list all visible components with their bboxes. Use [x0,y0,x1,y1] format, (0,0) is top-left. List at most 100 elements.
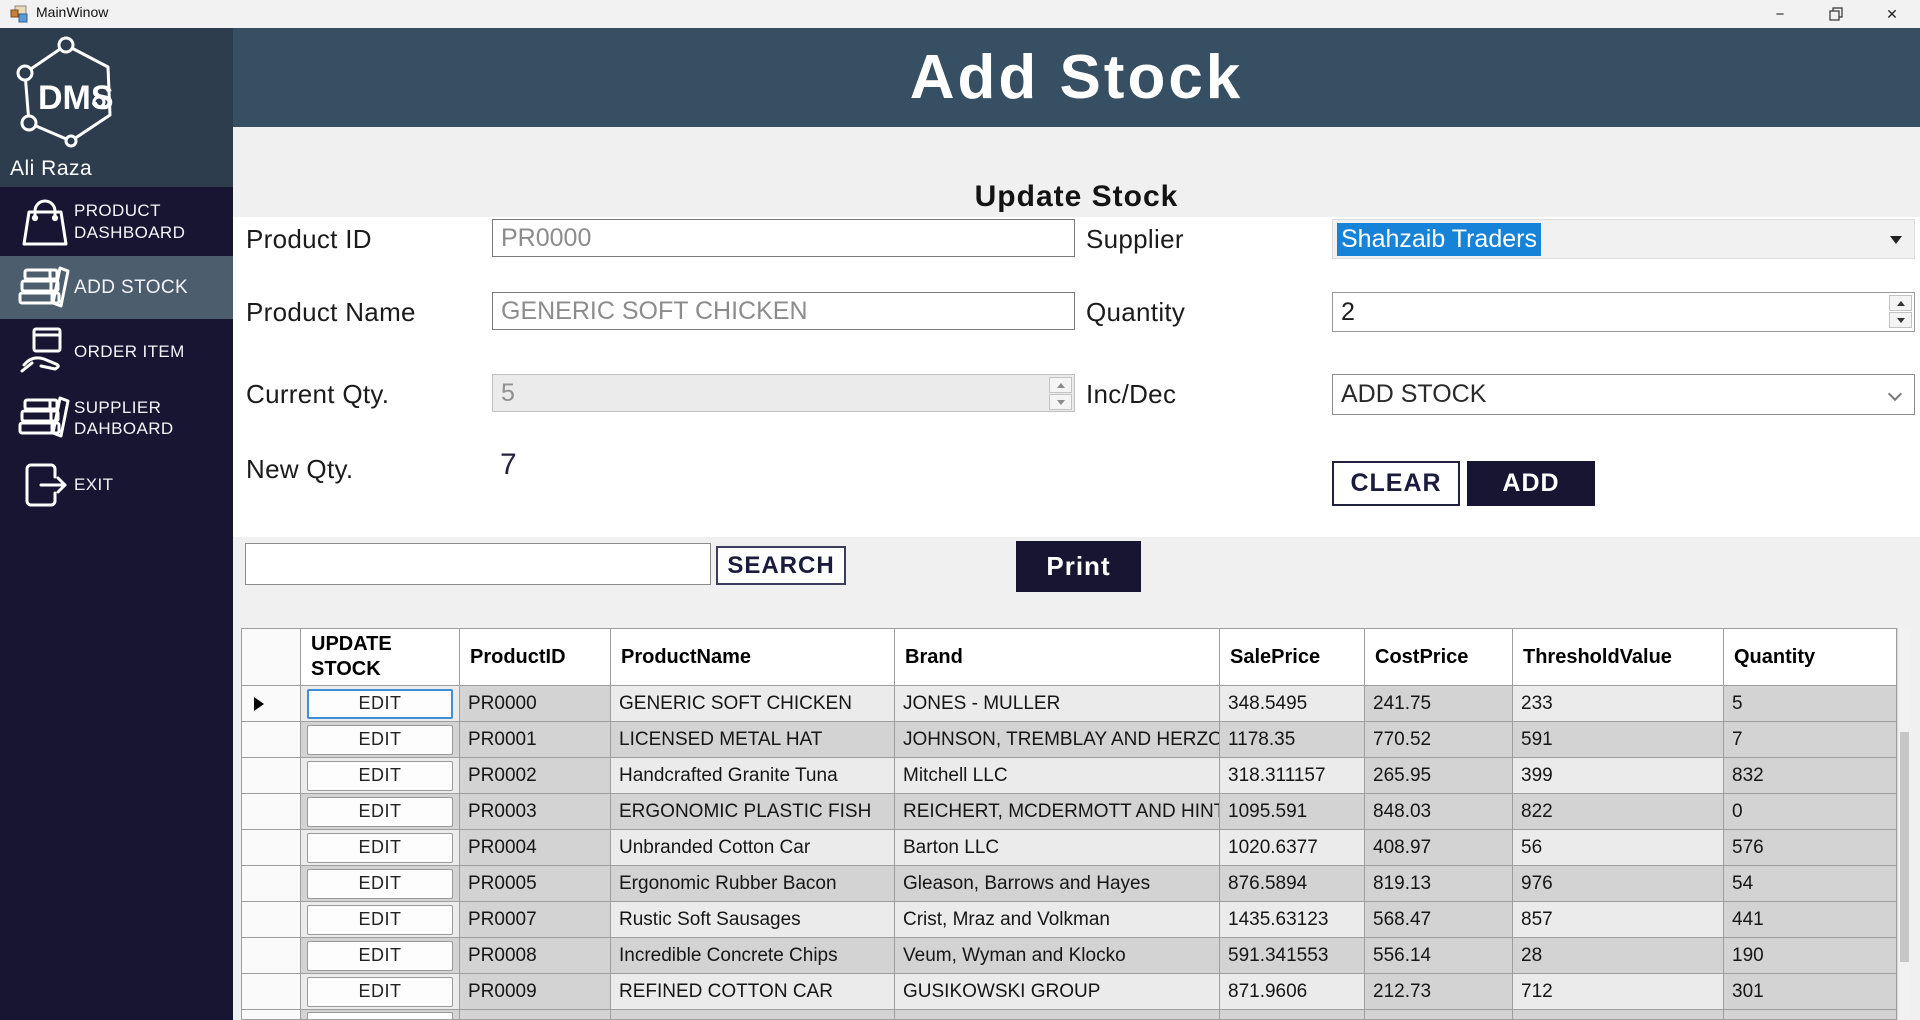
row-header-cell[interactable] [241,974,301,1010]
edit-button[interactable]: EDIT [307,941,452,971]
cell-threshold_value[interactable]: 28 [1513,938,1724,974]
row-header-cell[interactable] [241,902,301,938]
cell-quantity[interactable]: 576 [1724,830,1897,866]
column-header-brand[interactable]: Brand [895,628,1220,686]
cell-threshold_value[interactable]: 976 [1513,866,1724,902]
cell-threshold_value[interactable]: 857 [1513,902,1724,938]
cell-brand[interactable]: Barton LLC [895,830,1220,866]
search-input[interactable] [245,543,711,585]
row-header-cell[interactable] [241,794,301,830]
edit-button[interactable]: EDIT [307,869,452,899]
row-header-cell[interactable] [241,686,301,722]
cell-product_name[interactable]: ERGONOMIC PLASTIC FISH [611,794,895,830]
search-button[interactable]: SEARCH [716,546,846,585]
cell-sale_price[interactable]: 348.5495 [1220,686,1365,722]
edit-button[interactable]: EDIT [307,797,452,827]
cell-quantity[interactable]: 54 [1724,866,1897,902]
close-button[interactable]: ✕ [1864,0,1920,28]
row-header-cell[interactable] [241,722,301,758]
column-header-product_id[interactable]: ProductID [460,628,611,686]
sidebar-item-order-item[interactable]: ORDER ITEM [0,319,233,384]
sidebar-item-add-stock[interactable]: ADD STOCK [0,256,233,319]
cell-sale_price[interactable]: 1095.591 [1220,794,1365,830]
scrollbar-thumb[interactable] [1900,732,1909,962]
cell-product_id[interactable]: PR0005 [460,866,611,902]
cell-product_id[interactable]: PR0002 [460,758,611,794]
cell-sale_price[interactable]: 591.341553 [1220,938,1365,974]
cell-quantity[interactable]: 832 [1724,758,1897,794]
spin-up-button[interactable] [1049,377,1072,393]
column-header-cost_price[interactable]: CostPrice [1365,628,1513,686]
print-button[interactable]: Print [1016,541,1141,592]
cell-cost_price[interactable]: 408.97 [1365,830,1513,866]
cell-sale_price[interactable]: 1435.63123 [1220,902,1365,938]
cell-brand[interactable]: JOHNSON, TREMBLAY AND HERZOG [895,722,1220,758]
cell-product_id[interactable]: PR0004 [460,830,611,866]
row-header-cell[interactable] [241,758,301,794]
minimize-button[interactable]: − [1752,0,1808,28]
cell-sale_price[interactable]: 876.5894 [1220,866,1365,902]
cell-quantity[interactable]: 441 [1724,902,1897,938]
add-button[interactable]: ADD [1467,461,1595,506]
cell-cost_price[interactable]: 212.73 [1365,974,1513,1010]
edit-button[interactable]: EDIT [307,977,452,1007]
cell-product_id[interactable]: PR0007 [460,902,611,938]
cell-threshold_value[interactable]: 712 [1513,974,1724,1010]
restore-button[interactable] [1808,0,1864,28]
edit-button[interactable]: EDIT [307,905,452,935]
sidebar-item-supplier-dashboard[interactable]: SUPPLIER DAHBOARD [0,384,233,452]
edit-button[interactable]: EDIT [307,725,452,755]
quantity-stepper[interactable]: 2 [1332,292,1915,332]
cell-quantity[interactable]: 5 [1724,686,1897,722]
cell-cost_price[interactable]: 770.52 [1365,722,1513,758]
cell-brand[interactable]: JONES - MULLER [895,686,1220,722]
cell-product_name[interactable]: Unbranded Cotton Car [611,830,895,866]
cell-product_id[interactable]: PR0009 [460,974,611,1010]
column-header-product_name[interactable]: ProductName [611,628,895,686]
cell-cost_price[interactable]: 556.14 [1365,938,1513,974]
column-header-sale_price[interactable]: SalePrice [1220,628,1365,686]
sidebar-item-exit[interactable]: EXIT [0,452,233,517]
cell-brand[interactable]: Gleason, Barrows and Hayes [895,866,1220,902]
cell-product_id[interactable]: PR0008 [460,938,611,974]
cell-cost_price[interactable]: 848.03 [1365,794,1513,830]
cell-brand[interactable]: Veum, Wyman and Klocko [895,938,1220,974]
cell-product_name[interactable]: REFINED COTTON CAR [611,974,895,1010]
cell-brand[interactable]: REICHERT, MCDERMOTT AND HINTZ [895,794,1220,830]
cell-cost_price[interactable]: 568.47 [1365,902,1513,938]
cell-product_id[interactable]: PR0003 [460,794,611,830]
column-header-threshold_value[interactable]: ThresholdValue [1513,628,1724,686]
cell-quantity[interactable]: 7 [1724,722,1897,758]
cell-product_id[interactable]: PR0001 [460,722,611,758]
cell-product_name[interactable]: LICENSED METAL HAT [611,722,895,758]
inc-dec-combobox[interactable]: ADD STOCK [1332,374,1915,415]
product-name-field[interactable]: GENERIC SOFT CHICKEN [492,292,1075,330]
spin-down-button[interactable] [1049,394,1072,410]
cell-cost_price[interactable]: 241.75 [1365,686,1513,722]
edit-button[interactable]: EDIT [307,761,452,791]
cell-threshold_value[interactable]: 822 [1513,794,1724,830]
sidebar-item-product-dashboard[interactable]: PRODUCT DASHBOARD [0,187,233,256]
row-header-cell[interactable] [241,830,301,866]
cell-cost_price[interactable]: 819.13 [1365,866,1513,902]
cell-quantity[interactable]: 190 [1724,938,1897,974]
cell-quantity[interactable]: 301 [1724,974,1897,1010]
cell-sale_price[interactable]: 871.9606 [1220,974,1365,1010]
cell-threshold_value[interactable]: 233 [1513,686,1724,722]
cell-product_name[interactable]: Incredible Concrete Chips [611,938,895,974]
cell-sale_price[interactable]: 1020.6377 [1220,830,1365,866]
row-header-cell[interactable] [241,866,301,902]
row-header-cell[interactable] [241,938,301,974]
cell-threshold_value[interactable]: 56 [1513,830,1724,866]
cell-product_name[interactable]: Rustic Soft Sausages [611,902,895,938]
cell-brand[interactable]: Mitchell LLC [895,758,1220,794]
cell-cost_price[interactable]: 265.95 [1365,758,1513,794]
spin-up-button[interactable] [1889,295,1912,311]
cell-product_name[interactable]: Ergonomic Rubber Bacon [611,866,895,902]
cell-brand[interactable]: GUSIKOWSKI GROUP [895,974,1220,1010]
cell-threshold_value[interactable]: 399 [1513,758,1724,794]
cell-brand[interactable]: Crist, Mraz and Volkman [895,902,1220,938]
product-id-field[interactable]: PR0000 [492,219,1075,257]
edit-button[interactable]: EDIT [307,689,452,719]
edit-button[interactable]: EDIT [307,833,452,863]
